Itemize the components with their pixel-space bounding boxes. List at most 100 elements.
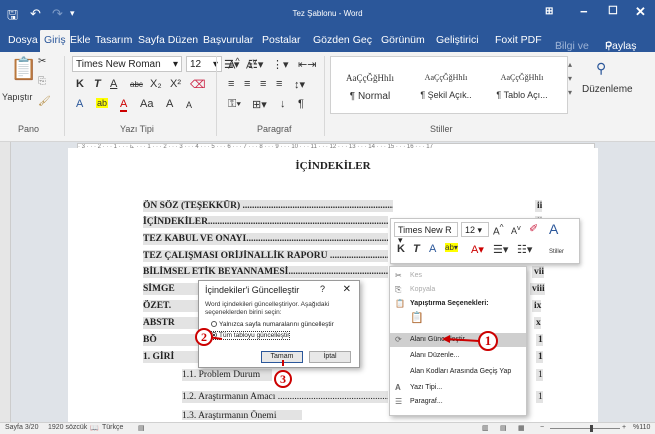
- menu-copy[interactable]: ⎘ Kopyala: [390, 283, 526, 297]
- menu-cut[interactable]: ✂ Kes: [390, 269, 526, 283]
- cancel-button[interactable]: İptal: [309, 351, 351, 363]
- style-normal[interactable]: AaÇçĞğHhIı ¶ Normal: [335, 73, 405, 102]
- italic-icon[interactable]: T: [413, 243, 420, 255]
- menu-edit-field[interactable]: Alanı Düzenle...: [390, 349, 526, 363]
- tab-gorunum[interactable]: Görünüm: [381, 34, 425, 46]
- shading-icon[interactable]: ⚿▾: [228, 98, 241, 111]
- macro-icon[interactable]: ▤: [138, 424, 145, 432]
- vertical-ruler[interactable]: [0, 142, 11, 422]
- help-icon[interactable]: ?: [320, 284, 325, 294]
- read-mode-icon[interactable]: ▥: [482, 424, 489, 432]
- style-sekil-aciklama[interactable]: AaÇçĞğHhIı ¶ Şekil Açık..: [411, 73, 481, 100]
- numbering-icon[interactable]: ☷▾: [517, 243, 532, 256]
- style-tablo-aciklama[interactable]: AaÇçĞğHhIı ¶ Tablo Açı...: [487, 73, 557, 100]
- toc-entry[interactable]: TEZ KABUL VE ONAYI......................…: [143, 233, 388, 245]
- toc-entry[interactable]: ABSTR: [143, 317, 199, 329]
- font-color-icon[interactable]: A▾: [471, 243, 484, 256]
- toc-entry[interactable]: İÇİNDEKİLER.............................…: [143, 216, 388, 228]
- strikethrough-button[interactable]: abc: [130, 80, 143, 89]
- borders-icon[interactable]: ⊞▾: [252, 98, 267, 111]
- zoom-out-icon[interactable]: −: [540, 424, 544, 431]
- paste-button-label[interactable]: Yapıştır: [2, 92, 32, 102]
- mini-font-select[interactable]: Times New R ▾: [394, 222, 458, 245]
- zoom-slider[interactable]: [550, 428, 620, 429]
- editing-button[interactable]: Düzenleme: [582, 84, 633, 95]
- page-count[interactable]: Sayfa 3/20: [5, 424, 38, 431]
- zoom-in-icon[interactable]: +: [622, 424, 626, 431]
- menu-toggle-field-codes[interactable]: Alan Kodları Arasında Geçiş Yap: [390, 365, 526, 379]
- font-name-select[interactable]: Times New Roman ▾: [72, 56, 182, 72]
- radio-page-numbers-only[interactable]: Yalnızca sayfa numaralarını güncelleştir: [211, 321, 334, 328]
- tab-basvurular[interactable]: Başvurular: [203, 34, 253, 46]
- tab-sayfa-duzen[interactable]: Sayfa Düzen: [138, 34, 198, 46]
- bold-icon[interactable]: K: [397, 243, 405, 255]
- clear-format-icon[interactable]: ⌫: [190, 78, 206, 91]
- menu-paragraph[interactable]: ☰ Paragraf...: [390, 395, 526, 409]
- toc-entry[interactable]: TEZ ÇALIŞMASI ORİJİNALLİK RAPORU .......…: [143, 250, 388, 262]
- cut-icon[interactable]: ✂: [38, 56, 46, 67]
- toc-entry[interactable]: SİMGE: [143, 283, 199, 295]
- mini-size-select[interactable]: 12 ▾: [461, 222, 489, 237]
- indent-icon[interactable]: ⇤⇥: [298, 58, 316, 71]
- tab-foxit-pdf[interactable]: Foxit PDF: [495, 34, 542, 46]
- align-right-icon[interactable]: ≡: [260, 78, 266, 90]
- menu-font[interactable]: A Yazı Tipi...: [390, 381, 526, 395]
- close-icon[interactable]: ✕: [635, 4, 646, 20]
- close-icon[interactable]: ✕: [343, 284, 351, 295]
- print-layout-icon[interactable]: ▤: [500, 424, 507, 432]
- minimize-icon[interactable]: −: [580, 4, 588, 19]
- styles-icon[interactable]: A: [549, 221, 558, 237]
- tab-ekle[interactable]: Ekle: [70, 34, 90, 46]
- web-layout-icon[interactable]: ▦: [518, 424, 525, 432]
- word-count[interactable]: 1920 sözcük: [48, 424, 87, 431]
- toc-entry[interactable]: 1. GİRİ: [143, 351, 199, 363]
- paste-icon[interactable]: 📋: [10, 56, 37, 82]
- multilevel-list-icon[interactable]: ⋮▾: [272, 58, 289, 71]
- line-spacing-icon[interactable]: ↕▾: [294, 78, 305, 91]
- justify-icon[interactable]: ≡: [276, 78, 282, 90]
- toc-entry[interactable]: BÖ: [143, 334, 199, 346]
- bullets-icon[interactable]: ☰▾: [224, 58, 239, 71]
- underline-icon[interactable]: A: [429, 243, 436, 255]
- proofing-icon[interactable]: 📖: [90, 424, 99, 432]
- highlight-icon[interactable]: ab▾: [445, 243, 458, 252]
- italic-button[interactable]: T: [94, 78, 101, 90]
- shrink-font-button[interactable]: A: [186, 100, 192, 110]
- toc-entry[interactable]: ÖZET.: [143, 300, 199, 312]
- change-case-button[interactable]: Aa: [140, 98, 153, 110]
- numbering-icon[interactable]: ☷▾: [248, 58, 263, 71]
- bullets-icon[interactable]: ☰▾: [493, 243, 508, 256]
- styles-gallery[interactable]: AaÇçĞğHhIı ¶ Normal AaÇçĞğHhIı ¶ Şekil Açı…: [330, 56, 568, 114]
- copy-icon[interactable]: ⎘: [38, 76, 46, 87]
- ok-button[interactable]: Tamam: [261, 351, 303, 363]
- menu-update-field[interactable]: ⟳ Alanı Güncelleştir: [390, 333, 526, 347]
- font-color-button[interactable]: A: [120, 98, 128, 112]
- toc-subentry[interactable]: 1.2. Araştırmanın Amacı ................…: [182, 391, 388, 403]
- language[interactable]: Türkçe: [102, 424, 123, 431]
- find-icon[interactable]: ⚲: [596, 60, 606, 77]
- highlight-button[interactable]: ab: [96, 98, 109, 108]
- zoom-level[interactable]: %110: [633, 424, 650, 431]
- format-painter-icon[interactable]: ✐: [529, 222, 538, 235]
- toc-subentry[interactable]: 1.3. Araştırmanın Önemi: [182, 410, 302, 420]
- toc-entry[interactable]: BİLİMSEL ETİK BEYANNAMESİ...............…: [143, 266, 388, 278]
- tab-tasarim[interactable]: Tasarım: [95, 34, 132, 46]
- grow-font-icon[interactable]: A^: [493, 222, 504, 237]
- align-center-icon[interactable]: ≡: [244, 78, 250, 90]
- subscript-button[interactable]: X₂: [150, 78, 162, 90]
- tab-giris[interactable]: Giriş: [40, 30, 70, 52]
- superscript-button[interactable]: X²: [170, 78, 181, 90]
- shrink-font-icon[interactable]: Av: [511, 223, 521, 236]
- align-left-icon[interactable]: ≡: [228, 78, 234, 90]
- tab-gelistirici[interactable]: Geliştirici: [436, 34, 479, 46]
- text-effects-button[interactable]: A: [76, 98, 83, 110]
- radio-entire-table[interactable]: Tüm tabloyu güncelleştir: [209, 331, 291, 340]
- tab-gozden-gec[interactable]: Gözden Geç: [313, 34, 372, 46]
- maximize-icon[interactable]: ☐: [608, 4, 618, 17]
- zoom-thumb[interactable]: [590, 425, 593, 432]
- tab-dosya[interactable]: Dosya: [8, 34, 38, 46]
- underline-button[interactable]: A: [110, 78, 117, 90]
- paste-option-button[interactable]: 📋: [390, 311, 526, 331]
- ribbon-display-icon[interactable]: ⊞: [545, 6, 553, 17]
- toc-subentry[interactable]: 1.1. Problem Durum: [182, 369, 272, 381]
